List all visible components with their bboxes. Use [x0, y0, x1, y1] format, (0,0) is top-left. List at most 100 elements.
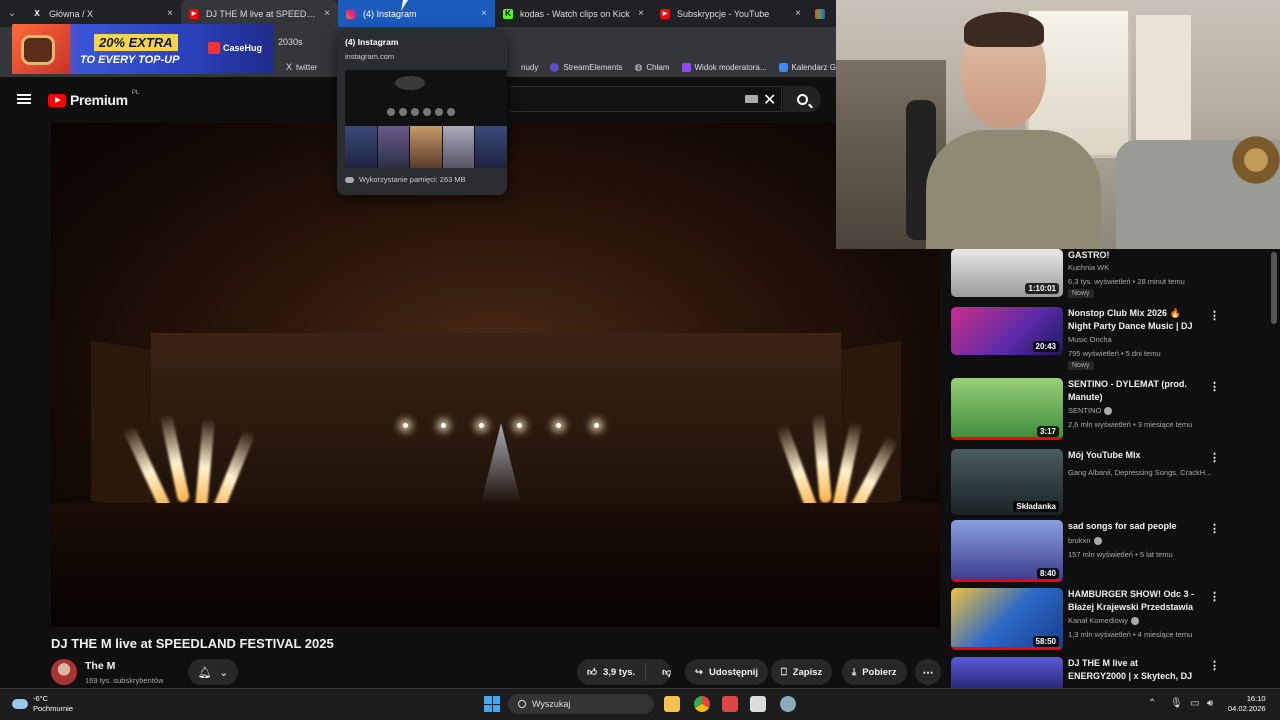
settings-icon[interactable]: [780, 696, 796, 712]
notepad-icon[interactable]: [750, 696, 766, 712]
tab-x[interactable]: X Główna / X ×: [24, 0, 181, 27]
tab-search-chevron-icon[interactable]: ⌄: [0, 0, 24, 27]
new-badge: Nowy: [1068, 361, 1094, 370]
more-actions-button[interactable]: ⋯: [915, 659, 941, 685]
temperature: -6°C: [33, 694, 49, 703]
bookmark-calendar[interactable]: Kalendarz G: [778, 62, 836, 72]
channel-name[interactable]: SENTINO: [1068, 406, 1113, 416]
youtube-premium-logo[interactable]: Premium PL: [48, 90, 139, 108]
bookmark-label: Kalendarz G: [791, 62, 836, 72]
more-options-icon[interactable]: ⋮: [1209, 659, 1220, 672]
bookmark-streamelements[interactable]: StreamElements: [550, 62, 623, 72]
video-title[interactable]: GASTRO!: [1068, 249, 1196, 262]
stage-light: [441, 423, 446, 428]
partial-address-text: 2030s: [278, 37, 303, 47]
channel-name[interactable]: The M: [85, 660, 115, 672]
bookmark-chlam[interactable]: ◍ Chłam: [635, 62, 670, 73]
file-explorer-icon[interactable]: [664, 696, 680, 712]
video-thumbnail[interactable]: 8:40: [951, 520, 1063, 582]
sidebar-scrollbar[interactable]: [1271, 252, 1277, 324]
preview-profile: [395, 76, 425, 90]
video-title[interactable]: SENTINO - DYLEMAT (prod. Manute): [1068, 378, 1196, 404]
weather-widget[interactable]: -6°C Pochmurnie: [12, 694, 73, 714]
mix-label: Składanka: [1013, 501, 1059, 512]
video-title[interactable]: Nonstop Club Mix 2026 🔥 Night Party Danc…: [1068, 307, 1196, 333]
bookmark-label: Chłam: [646, 62, 670, 72]
taskbar-search[interactable]: Wyszukaj: [508, 694, 654, 714]
close-icon[interactable]: ×: [638, 8, 644, 19]
keyboard-icon[interactable]: [745, 95, 758, 103]
video-thumbnail[interactable]: Składanka: [951, 449, 1063, 515]
video-player[interactable]: [51, 123, 940, 627]
more-options-icon[interactable]: ⋮: [1209, 451, 1220, 464]
save-button[interactable]: ⎕ Zapisz: [771, 659, 833, 685]
clear-search-icon[interactable]: ✕: [763, 90, 776, 110]
app-icon: [815, 8, 825, 19]
video-thumbnail[interactable]: 3:17: [951, 378, 1063, 440]
volume-icon[interactable]: 🔊︎: [1207, 698, 1213, 709]
close-icon[interactable]: ×: [167, 8, 173, 19]
download-icon: ⤓: [852, 666, 857, 678]
bookmark-twitter[interactable]: Xtwitter: [286, 62, 317, 72]
close-icon[interactable]: ×: [324, 8, 330, 19]
channel-name[interactable]: Kuchnia WK: [1068, 263, 1109, 272]
taskbar-clock[interactable]: 16:10 04.02.2026: [1228, 694, 1266, 714]
ad-brand: CaseHug: [208, 42, 262, 54]
recommendation-item[interactable]: 8:40 sad songs for sad people brokxn 157…: [951, 520, 1221, 586]
download-button[interactable]: ⤓ Pobierz: [842, 659, 907, 685]
chrome-icon[interactable]: [694, 696, 710, 712]
recommendation-item[interactable]: Składanka Mój YouTube Mix Gang Albanii, …: [951, 449, 1221, 515]
bookmark-nudy[interactable]: nudy: [521, 63, 538, 72]
tab-kick[interactable]: K kodas - Watch clips on Kick ×: [495, 0, 652, 27]
network-icon[interactable]: ▭: [1190, 698, 1199, 709]
recommendation-item[interactable]: 20:43 Nonstop Club Mix 2026 🔥 Night Part…: [951, 307, 1221, 373]
more-options-icon[interactable]: ⋮: [1209, 309, 1220, 322]
recommendation-item[interactable]: 58:50 HAMBURGER SHOW! Odc 3 - Błażej Kra…: [951, 588, 1221, 654]
microphone-icon[interactable]: 🎙︎: [1170, 698, 1183, 709]
search-button[interactable]: [783, 86, 821, 112]
channel-name[interactable]: Kanał Komediowy: [1068, 616, 1140, 626]
cloud-icon: [12, 699, 28, 709]
recommendation-item[interactable]: DJ THE M live at ENERGY2000 | x Skytech,…: [951, 657, 1221, 688]
preview-highlight: [387, 108, 395, 116]
more-options-icon[interactable]: ⋮: [1209, 380, 1220, 393]
search-icon: [796, 93, 808, 105]
video-title[interactable]: Mój YouTube Mix: [1068, 449, 1196, 462]
more-options-icon[interactable]: ⋮: [1209, 590, 1220, 603]
recommendation-item[interactable]: 1:10:01 GASTRO! Kuchnia WK 6,3 tys. wyśw…: [951, 249, 1221, 315]
video-title[interactable]: HAMBURGER SHOW! Odc 3 - Błażej Krajewski…: [1068, 588, 1196, 614]
tab-subscriptions[interactable]: ▶ Subskrypcje - YouTube ×: [652, 0, 809, 27]
like-button[interactable]: 👍︎ 3,9 tys.: [577, 663, 647, 681]
tab-instagram[interactable]: (4) Instagram ×: [338, 0, 495, 27]
stage-light: [403, 423, 408, 428]
tab-partial[interactable]: [809, 0, 829, 27]
video-thumbnail[interactable]: 1:10:01: [951, 249, 1063, 297]
share-icon: ↪: [695, 666, 703, 678]
video-thumbnail[interactable]: 20:43: [951, 307, 1063, 355]
close-icon[interactable]: ×: [481, 8, 487, 19]
watch-progress-bar: [951, 579, 1063, 582]
start-button[interactable]: [484, 696, 500, 712]
bookmark-moderator-view[interactable]: Widok moderatora...: [681, 62, 767, 72]
search-input[interactable]: [510, 86, 782, 112]
channel-name[interactable]: Music Oncha: [1068, 335, 1112, 344]
stage-light: [517, 423, 522, 428]
notification-bell-button[interactable]: 🔔︎ ⌄: [188, 659, 238, 685]
recommendation-item[interactable]: 3:17 SENTINO - DYLEMAT (prod. Manute) SE…: [951, 378, 1221, 444]
mouse-cursor-icon: [401, 0, 413, 11]
chevron-up-icon[interactable]: ⌃: [1148, 698, 1156, 709]
channel-avatar[interactable]: [51, 659, 77, 685]
hamburger-menu-icon[interactable]: [17, 94, 31, 104]
app-icon[interactable]: [722, 696, 738, 712]
video-thumbnail[interactable]: [951, 657, 1063, 688]
video-thumbnail[interactable]: 58:50: [951, 588, 1063, 650]
close-icon[interactable]: ×: [795, 8, 801, 19]
weather-text: -6°C Pochmurnie: [33, 694, 73, 714]
video-title[interactable]: sad songs for sad people: [1068, 520, 1196, 533]
more-options-icon[interactable]: ⋮: [1209, 522, 1220, 535]
share-button[interactable]: ↪ Udostępnij: [685, 659, 769, 685]
channel-name[interactable]: brokxn: [1068, 536, 1102, 546]
dislike-button[interactable]: 👎︎: [652, 666, 671, 678]
tab-youtube-video[interactable]: ▶ DJ THE M live at SPEEDLAND FE ×: [181, 0, 338, 27]
video-title[interactable]: DJ THE M live at ENERGY2000 | x Skytech,…: [1068, 657, 1196, 683]
